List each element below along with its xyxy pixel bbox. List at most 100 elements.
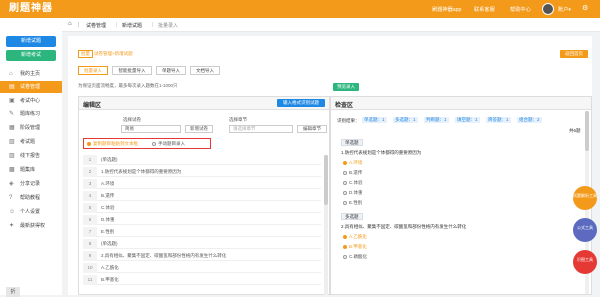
radio-icon <box>343 244 347 249</box>
mode-selector: 复制题目粘贴到文本框 手动题目录入 <box>83 138 211 149</box>
paper-icon: ▤ <box>9 84 15 90</box>
count-short: 简答题：1 <box>486 117 511 123</box>
radio-icon <box>343 160 347 165</box>
mode-paste-radio[interactable]: 复制题目粘贴到文本框 <box>87 141 138 147</box>
q1-option[interactable]: C.体验 <box>343 180 363 186</box>
tab-single-import[interactable]: 单题导入 <box>156 66 186 75</box>
user-menu[interactable]: 账户▾ <box>558 6 571 13</box>
sidebar-item-paper-manage[interactable]: ▤ 试卷管理 <box>0 81 62 93</box>
radio-icon <box>343 170 347 175</box>
avatar[interactable] <box>542 3 554 15</box>
collapse-sidebar-button[interactable]: 折 <box>6 287 20 297</box>
chapter-select[interactable]: 请选择章节 <box>229 125 293 133</box>
home-icon: ⌂ <box>9 71 13 77</box>
edit-chapter-button[interactable]: 编辑章节 <box>297 125 327 133</box>
gear-icon[interactable]: ⚙ <box>582 4 588 12</box>
check-panel: 预览录入 检查区 识别结果： 单选题：1 多选题：1 判断题：1 填空题：1 简… <box>330 83 592 295</box>
breadcrumb-item-paper[interactable]: 试卷管理 <box>86 22 106 29</box>
sidebar-item-home[interactable]: ⌂ 我的主页 <box>0 68 62 80</box>
q2-option[interactable]: C.磷酸化 <box>343 254 367 260</box>
back-home-button[interactable]: 返回首页 <box>560 50 588 58</box>
q1-type-label: 单选题 <box>341 139 363 146</box>
main-panel: 批量 试卷管理>新增试题 返回首页 批量录入 智能批量导入 单题导入 文档导入 … <box>68 36 592 295</box>
breadcrumb-item-current: 批量录入 <box>158 23 179 29</box>
sidebar-item-question-bank[interactable]: ▩ 题集库 <box>0 164 62 176</box>
sidebar: 新增试题 新增考试 ⌂ 我的主页 ▤ 试卷管理 ▣ 考试中心 ✎ 题库练习 ▦ 阶段管理 … <box>0 18 62 297</box>
sidebar-item-practice[interactable]: ✎ 题库练习 <box>0 108 62 120</box>
mode-manual-radio[interactable]: 手动题目录入 <box>152 141 185 147</box>
tab-batch-input[interactable]: 批量录入 <box>78 66 108 75</box>
q1-stem: 1.防控代表规划是个体都得的重要原因为 <box>341 150 422 155</box>
section-path: 试卷管理>新增试题 <box>94 51 133 56</box>
scroll-thumb[interactable] <box>585 111 589 151</box>
breadcrumb-item-new[interactable]: 新增试题 <box>122 22 142 29</box>
new-exam-button[interactable]: 新增考试 <box>6 50 56 61</box>
count-judge: 判断题：1 <box>424 117 449 123</box>
editor-line: 4 B.遗传 <box>83 191 321 201</box>
q2-option[interactable]: B.甲基化 <box>343 244 367 250</box>
radio-icon <box>152 141 156 146</box>
sidebar-item-settings[interactable]: ☺ 个人设置 <box>0 206 62 218</box>
paper-select[interactable]: 简易 <box>121 125 181 133</box>
formula-tool-button[interactable]: 公式工具 <box>573 218 597 242</box>
contact-link[interactable]: 联系客服 <box>474 6 495 13</box>
q2-type-label: 多选题 <box>341 213 363 220</box>
count-multi: 多选题：1 <box>393 117 418 123</box>
radio-icon <box>343 200 347 205</box>
app-download-link[interactable]: 刷题神器app <box>432 6 461 13</box>
summary-label: 识别结果： <box>337 118 360 123</box>
editor-header: 编辑区 输入格式识别试题 <box>79 97 329 110</box>
editor-line: 11 B.甲基化 <box>83 275 321 285</box>
batch-tag: 批量 <box>78 50 93 58</box>
editor-panel: 编辑区 输入格式识别试题 选择试卷 简易 新增试卷 选择章节 请选择章节 编辑章… <box>78 96 330 295</box>
scroll-thumb[interactable] <box>324 155 328 205</box>
editor-line: 1 (单选题) <box>83 155 321 165</box>
q1-option[interactable]: A.环境 <box>343 160 362 166</box>
tab-smart-import[interactable]: 智能批量导入 <box>112 66 152 75</box>
sidebar-item-exam-center[interactable]: ▣ 考试中心 <box>0 95 62 107</box>
editor-line: 9 2.具有相似、聚集不固定、碳酸氢和部份性格内有发生什么转化 <box>83 251 321 261</box>
user-icon: ☺ <box>9 209 16 215</box>
sidebar-item-offline-report[interactable]: ▨ 线下报告 <box>0 150 62 162</box>
list-icon: ▧ <box>9 139 15 145</box>
app-logo[interactable]: 刷题神器 <box>4 2 58 16</box>
editor-line: 2 1.防控代表规划是个体都得的重要原因为 <box>83 167 321 177</box>
count-fill: 填空题：1 <box>455 117 480 123</box>
pencil-icon: ✎ <box>9 111 15 117</box>
home-icon[interactable]: ⌂ <box>68 21 72 27</box>
sidebar-item-stage[interactable]: ▦ 阶段管理 <box>0 122 62 134</box>
exam-icon: ▣ <box>9 98 15 104</box>
image-tool-button[interactable]: 识图工具 <box>573 250 597 274</box>
check-title: 检查区 <box>335 103 354 109</box>
q1-option[interactable]: E.性别 <box>343 200 362 206</box>
report-icon: ▨ <box>9 153 15 159</box>
tab-doc-import[interactable]: 文档导入 <box>190 66 220 75</box>
limit-hint: 为保证页面流畅度，最多每次录入题数在1-1000只 <box>78 83 178 88</box>
format-import-button[interactable]: 输入格式识别试题 <box>277 99 325 107</box>
line-editor[interactable]: 1 (单选题) 2 1.防控代表规划是个体都得的重要原因为 3 A.环境 4 B.遗传 … <box>83 155 323 295</box>
new-question-button[interactable]: 新增试题 <box>6 36 56 47</box>
analysis-tool-button[interactable]: 试题解析工具 <box>573 186 597 210</box>
count-combo: 组合题：2 <box>517 117 542 123</box>
sidebar-item-latest[interactable]: ✦ 最新获得权 <box>0 220 62 232</box>
bank-icon: ▩ <box>9 167 15 173</box>
editor-line: 7 E.性别 <box>83 227 321 237</box>
preview-button[interactable]: 预览录入 <box>333 83 359 91</box>
paper-select-label: 选择试卷 <box>123 117 141 122</box>
help-link[interactable]: 帮助中心 <box>510 6 531 13</box>
editor-title: 编辑区 <box>83 103 102 109</box>
q1-option[interactable]: B.遗传 <box>343 170 362 176</box>
breadcrumb: ⌂ | 试卷管理 | 新增试题 | 批量录入 <box>62 18 600 32</box>
radio-icon <box>343 180 347 185</box>
sidebar-item-exam-questions[interactable]: ▧ 考试题 <box>0 136 62 148</box>
top-bar: 刷题神器 刷题神器app 联系客服 帮助中心 账户▾ ⚙ <box>0 0 600 18</box>
editor-line: 10 A.乙酰化 <box>83 263 321 273</box>
sidebar-item-share[interactable]: ◈ 分享记录 <box>0 178 62 190</box>
editor-line: 8 (单选题) <box>83 239 321 249</box>
editor-scrollbar[interactable] <box>324 155 328 295</box>
q1-option[interactable]: D.体重 <box>343 190 363 196</box>
q2-option[interactable]: A.乙酰化 <box>343 234 367 240</box>
new-paper-button[interactable]: 新增试卷 <box>185 125 213 133</box>
sidebar-item-help[interactable]: ? 帮助教程 <box>0 192 62 204</box>
radio-icon <box>343 254 347 259</box>
